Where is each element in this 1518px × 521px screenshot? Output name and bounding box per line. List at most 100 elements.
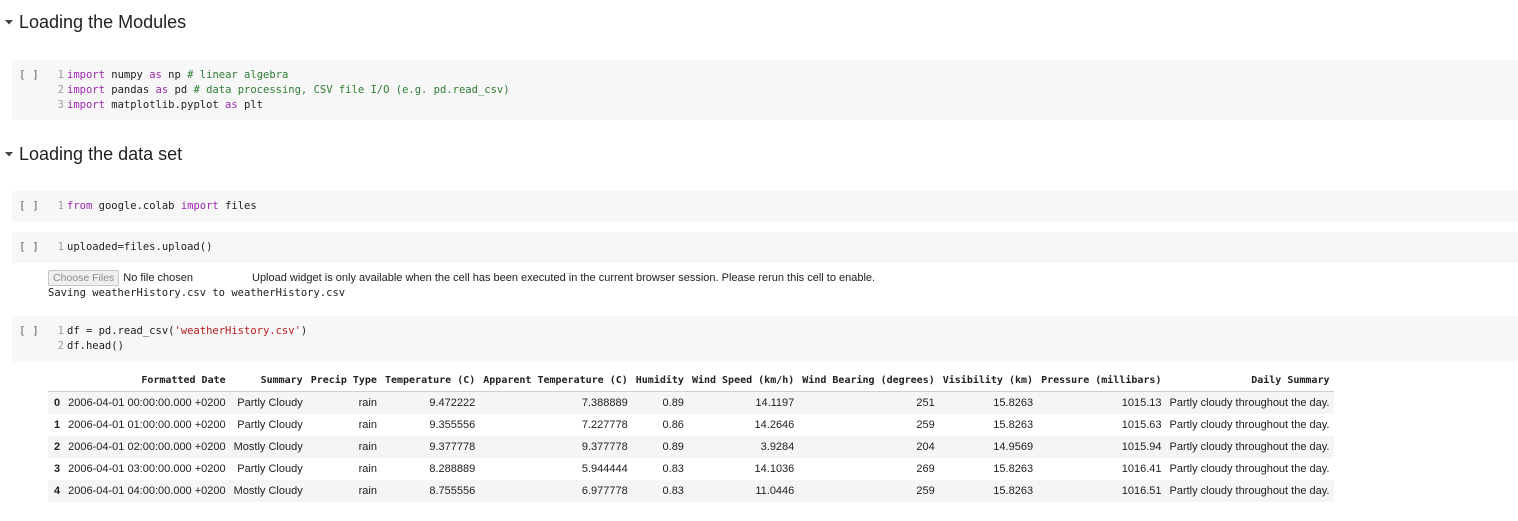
run-cell-button[interactable]: [ ] (19, 240, 39, 253)
column-header: Wind Bearing (degrees) (798, 370, 939, 392)
code-token: df.head() (67, 340, 124, 352)
table-cell: 7.227778 (581, 419, 628, 431)
table-row: 0 2006-04-01 00:00:00.000 +0200 Partly Clo… (48, 391, 1334, 414)
code-editor[interactable]: 1 from google.colab import files (52, 199, 257, 214)
table-cell: 15.8263 (993, 419, 1034, 431)
table-cell: rain (306, 480, 381, 502)
row-index: 1 (54, 419, 61, 431)
table-cell: 2006-04-01 02:00:00.000 +0200 (64, 436, 230, 458)
table-cell: rain (306, 391, 381, 414)
code-cell-upload[interactable]: [ ] 1 uploaded=files.upload() (12, 232, 1518, 263)
choose-files-button[interactable]: Choose Files (48, 270, 120, 286)
code-token: from (67, 200, 93, 212)
code-line[interactable]: 1 uploaded=files.upload() (52, 240, 213, 255)
code-editor[interactable]: 1 df = pd.read_csv('weatherHistory.csv') 2… (52, 324, 308, 354)
line-number: 2 (57, 84, 64, 96)
table-cell: 5.944444 (581, 463, 628, 475)
table-cell: 14.1036 (754, 463, 795, 475)
code-token: as (155, 84, 169, 96)
code-token: pd (168, 84, 194, 96)
table-cell: Partly Cloudy (237, 463, 303, 475)
table-cell: 14.9569 (938, 436, 1038, 458)
table-cell: rain (306, 436, 381, 458)
table-cell: 7.388889 (479, 391, 632, 414)
code-cell-read-csv[interactable]: [ ] 1 df = pd.read_csv('weatherHistory.cs… (12, 316, 1518, 362)
code-token: import (67, 84, 105, 96)
code-line[interactable]: 2 import pandas as pd # data processing, … (52, 83, 510, 98)
code-token: uploaded=files.upload() (67, 241, 213, 253)
column-header: Pressure (millibars) (1037, 370, 1166, 392)
code-token: import (180, 200, 219, 212)
code-cell-imports[interactable]: [ ] 1 import numpy as np # linear algebra… (12, 60, 1518, 120)
code-token: import (67, 69, 105, 81)
table-cell: 0.83 (631, 480, 688, 502)
code-line[interactable]: 2 df.head() (52, 339, 307, 354)
column-header: Formatted Date (64, 370, 230, 392)
table-cell: 15.8263 (938, 391, 1038, 414)
table-cell: Mostly Cloudy (229, 480, 307, 502)
code-cell-colab-import[interactable]: [ ] 1 from google.colab import files (12, 191, 1518, 222)
row-index: 3 (54, 463, 61, 475)
column-header: Wind Speed (km/h) (687, 370, 799, 392)
table-row: 2 2006-04-01 02:00:00.000 +0200 Mostly Clo… (48, 436, 1334, 458)
code-line[interactable]: 3 import matplotlib.pyplot as plt (52, 98, 510, 113)
table-cell: Partly cloudy throughout the day. (1165, 391, 1334, 414)
table-cell: 6.977778 (479, 480, 632, 502)
table-cell: 9.472222 (380, 391, 480, 414)
table-cell: 1016.51 (1037, 480, 1166, 502)
run-cell-button[interactable]: [ ] (19, 68, 39, 81)
table-cell: 2006-04-01 04:00:00.000 +0200 (64, 480, 230, 502)
row-index: 2 (48, 436, 65, 458)
code-token: numpy (104, 69, 150, 81)
table-cell: 15.8263 (938, 480, 1038, 502)
line-number: 1 (57, 69, 64, 81)
code-line[interactable]: 1 from google.colab import files (52, 199, 257, 214)
table-cell: 9.377778 (380, 436, 480, 458)
table-cell: 0.89 (631, 391, 688, 414)
code-token: plt (237, 99, 263, 111)
collapse-chevron-icon[interactable] (0, 8, 18, 36)
table-cell: 0.86 (662, 419, 684, 431)
row-index: 4 (48, 480, 65, 502)
table-cell: Partly cloudy throughout the day. (1169, 463, 1330, 475)
code-token: # data processing, CSV file I/O (e.g. pd… (193, 84, 510, 96)
table-row: 3 2006-04-01 03:00:00.000 +0200 Partly Clo… (48, 458, 1334, 480)
run-cell-button[interactable]: [ ] (19, 324, 39, 337)
column-header: Humidity (631, 370, 688, 392)
code-line[interactable]: 1 import numpy as np # linear algebra (52, 68, 510, 83)
collapse-chevron-icon[interactable] (0, 140, 18, 168)
table-cell: 2006-04-01 00:00:00.000 +0200 (64, 391, 230, 414)
table-cell: 8.288889 (429, 463, 476, 475)
run-cell-button[interactable]: [ ] (19, 199, 39, 212)
table-cell: 1015.13 (1037, 391, 1166, 414)
code-token: import (67, 99, 105, 111)
table-cell: 259 (798, 480, 939, 502)
line-number: 3 (57, 99, 64, 111)
code-line[interactable]: 1 df = pd.read_csv('weatherHistory.csv') (52, 324, 308, 339)
column-header: Visibility (km) (938, 370, 1038, 392)
dataframe-header-row: Formatted Date Summary Precip Type Temperat… (48, 370, 1334, 392)
code-editor[interactable]: 1 import numpy as np # linear algebra 2 imp… (52, 68, 510, 113)
column-header: Daily Summary (1165, 370, 1334, 392)
table-cell: 2006-04-01 01:00:00.000 +0200 (68, 419, 226, 431)
section-header-dataset: Loading the data set (0, 140, 182, 168)
code-token: matplotlib.pyplot (104, 99, 226, 111)
code-token: np (161, 69, 188, 81)
table-cell: 1015.63 (1121, 419, 1162, 431)
table-cell: 0.89 (631, 436, 688, 458)
table-cell: Partly Cloudy (229, 391, 307, 414)
table-cell: 251 (798, 391, 939, 414)
code-token: df = pd.read_csv( (67, 325, 175, 337)
table-cell: 259 (916, 419, 935, 431)
dataframe-table: Formatted Date Summary Precip Type Temperat… (48, 370, 1334, 502)
code-token: as (149, 69, 162, 81)
section-header-modules: Loading the Modules (0, 8, 186, 36)
table-cell: 11.0446 (687, 480, 799, 502)
code-editor[interactable]: 1 uploaded=files.upload() (52, 240, 213, 255)
table-cell: rain (358, 419, 377, 431)
line-number: 1 (57, 200, 64, 212)
table-cell: Mostly Cloudy (229, 436, 307, 458)
code-token: files (218, 200, 257, 212)
table-cell: 8.755556 (380, 480, 480, 502)
table-cell: Partly cloudy throughout the day. (1165, 480, 1334, 502)
